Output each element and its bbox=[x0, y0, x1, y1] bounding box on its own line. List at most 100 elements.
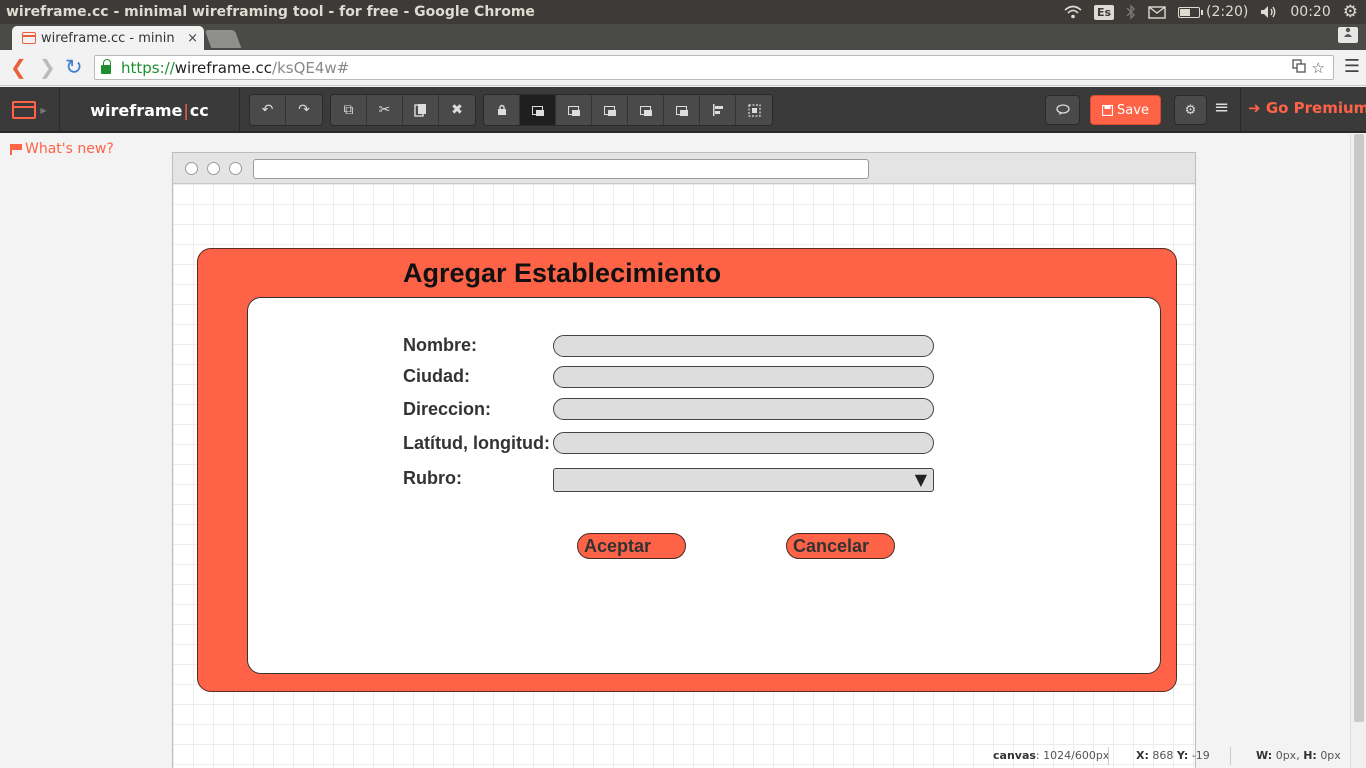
battery-icon bbox=[1178, 6, 1204, 18]
url-scheme: https:// bbox=[121, 58, 175, 77]
app-menu-button[interactable]: ▶ bbox=[0, 87, 60, 133]
window-title: wireframe.cc - minimal wireframing tool … bbox=[6, 4, 535, 20]
address-bar[interactable]: https://wireframe.cc/ksQE4w# ☆ bbox=[94, 55, 1334, 80]
arrange-button-group bbox=[483, 94, 773, 126]
divider bbox=[1230, 747, 1231, 765]
page-scrollbar[interactable] bbox=[1350, 134, 1366, 768]
window-dot-icon bbox=[207, 162, 220, 175]
h-value: 0px bbox=[1320, 749, 1341, 762]
x-value: 868 bbox=[1152, 749, 1174, 762]
brand-separator: | bbox=[183, 100, 189, 120]
duplicate-layer-icon[interactable] bbox=[664, 95, 700, 125]
direccion-label: Direccion: bbox=[403, 399, 492, 419]
browser-tab[interactable]: wireframe.cc - minin × bbox=[12, 26, 204, 50]
tab-title: wireframe.cc - minin bbox=[41, 30, 175, 46]
divider bbox=[1108, 747, 1109, 765]
align-left-icon[interactable] bbox=[700, 95, 736, 125]
whats-new-label: What's new? bbox=[25, 141, 114, 157]
lock-icon bbox=[101, 59, 111, 74]
settings-gear-icon[interactable]: ⚙ bbox=[1343, 2, 1358, 22]
nombre-input[interactable] bbox=[553, 335, 934, 357]
flag-icon bbox=[10, 143, 22, 155]
w-value: 0px, bbox=[1275, 749, 1300, 762]
translate-icon[interactable] bbox=[1291, 59, 1306, 77]
dropdown-arrow-icon: ▼ bbox=[914, 470, 927, 489]
paste-icon[interactable] bbox=[403, 95, 439, 125]
direccion-input[interactable] bbox=[553, 398, 934, 420]
clock[interactable]: 00:20 bbox=[1290, 4, 1330, 20]
copy-icon[interactable]: ⧉ bbox=[331, 95, 367, 125]
save-button[interactable]: Save bbox=[1090, 95, 1161, 125]
url-host: wireframe.cc bbox=[174, 58, 273, 77]
canvas-size-value: : 1024/600px bbox=[1035, 749, 1110, 762]
url-path: /ksQE4w# bbox=[272, 58, 350, 77]
new-tab-button[interactable] bbox=[204, 30, 242, 48]
nombre-label: Nombre: bbox=[403, 335, 478, 355]
selection-size-status: W: 0px, H: 0px bbox=[1256, 749, 1341, 762]
clipboard-button-group: ⧉ ✂ ✖ bbox=[330, 94, 476, 126]
tab-close-icon[interactable]: × bbox=[187, 31, 198, 46]
reload-icon[interactable]: ↻ bbox=[65, 57, 83, 78]
bring-forward-icon[interactable] bbox=[520, 95, 556, 125]
whats-new-link[interactable]: What's new? bbox=[10, 141, 114, 157]
bring-to-front-icon[interactable] bbox=[556, 95, 592, 125]
scrollbar-thumb[interactable] bbox=[1354, 134, 1364, 722]
keyboard-layout-indicator[interactable]: Es bbox=[1093, 4, 1115, 20]
window-dot-icon bbox=[185, 162, 198, 175]
rubro-select[interactable]: ▼ bbox=[553, 468, 934, 492]
canvas-frame-header bbox=[173, 153, 1195, 184]
canvas-size-status: canvas: 1024/600px bbox=[993, 749, 1109, 762]
favicon-icon bbox=[22, 32, 36, 44]
history-button-group: ↶ ↷ bbox=[249, 94, 323, 126]
canvas-url-field bbox=[253, 159, 869, 179]
y-label: Y: bbox=[1176, 749, 1189, 762]
volume-icon[interactable] bbox=[1260, 5, 1278, 19]
send-backward-icon[interactable] bbox=[592, 95, 628, 125]
y-value: -19 bbox=[1191, 749, 1210, 762]
back-arrow-icon[interactable]: ❮ bbox=[10, 57, 27, 77]
battery-indicator[interactable]: (2:20) bbox=[1178, 4, 1248, 20]
lock-element-icon[interactable] bbox=[484, 95, 520, 125]
cursor-position-status: X: 868 Y: -19 bbox=[1136, 749, 1210, 762]
profile-icon[interactable] bbox=[1338, 27, 1358, 43]
hamburger-menu-icon[interactable]: ≡ bbox=[1214, 99, 1229, 117]
mail-icon[interactable] bbox=[1148, 5, 1166, 19]
send-to-back-icon[interactable] bbox=[628, 95, 664, 125]
w-label: W: bbox=[1256, 749, 1273, 762]
comment-icon[interactable] bbox=[1045, 95, 1080, 125]
rubro-label: Rubro: bbox=[403, 468, 462, 488]
delete-icon[interactable]: ✖ bbox=[439, 95, 475, 125]
group-selection-icon[interactable] bbox=[736, 95, 772, 125]
wifi-icon[interactable] bbox=[1064, 5, 1082, 19]
aceptar-button[interactable]: Aceptar bbox=[577, 533, 686, 559]
brand-left: wireframe bbox=[90, 100, 183, 120]
app-logo: wireframe | cc bbox=[60, 87, 240, 133]
battery-level-fill bbox=[1180, 8, 1191, 16]
cancelar-button[interactable]: Cancelar bbox=[786, 533, 895, 559]
x-label: X: bbox=[1136, 749, 1149, 762]
caret-right-icon: ▶ bbox=[40, 105, 47, 115]
go-premium-label: Go Premium bbox=[1265, 99, 1366, 117]
cut-icon[interactable]: ✂ bbox=[367, 95, 403, 125]
latitud-longitud-input[interactable] bbox=[553, 432, 934, 454]
floppy-disk-icon bbox=[1102, 104, 1114, 116]
settings-cogs-icon[interactable]: ⚙ bbox=[1174, 95, 1207, 125]
forward-arrow-icon[interactable]: ❯ bbox=[39, 57, 56, 77]
arrow-right-icon: ➜ bbox=[1248, 99, 1261, 117]
go-premium-link[interactable]: ➜ Go Premium bbox=[1248, 99, 1366, 117]
address-toolbar: ❮ ❯ ↻ https://wireframe.cc/ksQE4w# ☆ ☰ bbox=[0, 50, 1366, 86]
brand-right: cc bbox=[189, 100, 209, 120]
form-title[interactable]: Agregar Establecimiento bbox=[403, 258, 721, 289]
chrome-menu-icon[interactable]: ☰ bbox=[1344, 56, 1360, 77]
system-tray: Es (2:20) 00:20 ⚙ bbox=[1064, 2, 1366, 22]
latitud-longitud-label: Latítud, longitud: bbox=[403, 433, 550, 453]
ciudad-input[interactable] bbox=[553, 366, 934, 388]
redo-icon[interactable]: ↷ bbox=[286, 95, 322, 125]
h-label: H: bbox=[1303, 749, 1317, 762]
undo-icon[interactable]: ↶ bbox=[250, 95, 286, 125]
canvas-size-label: canvas bbox=[993, 749, 1036, 762]
browser-tab-strip: wireframe.cc - minin × bbox=[0, 24, 1366, 50]
bookmark-star-icon[interactable]: ☆ bbox=[1312, 59, 1325, 77]
battery-time: (2:20) bbox=[1206, 4, 1249, 20]
bluetooth-icon[interactable] bbox=[1126, 4, 1136, 20]
